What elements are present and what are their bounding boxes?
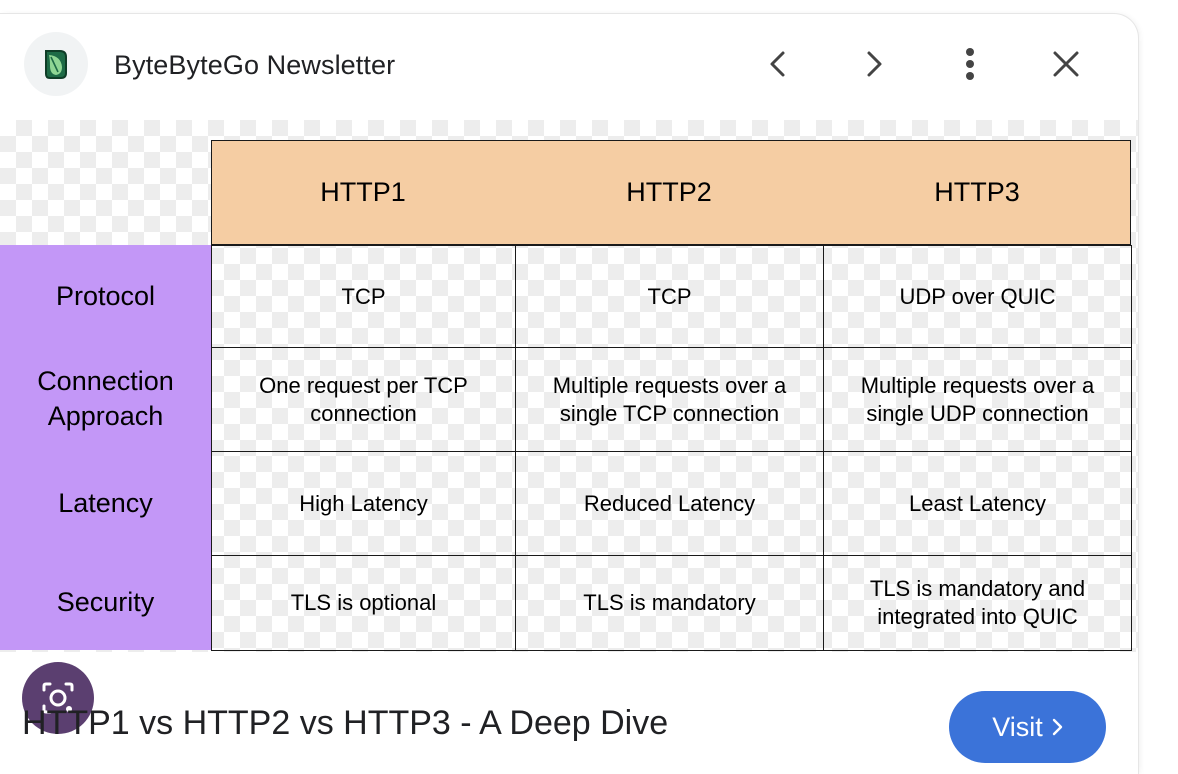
chevron-right-icon	[1052, 718, 1062, 736]
chevron-right-icon	[867, 51, 882, 77]
leaf-logo-icon	[45, 50, 67, 79]
row-header-connection-approach: Connection Approach	[37, 366, 174, 431]
comparison-table: HTTP1 HTTP2 HTTP3 Protocol TCP TCP UDP over QU…	[0, 120, 1138, 652]
table-cell: Multiple requests over a single UDP conn…	[823, 347, 1132, 452]
table-cell: TLS is mandatory and integrated into QUI…	[823, 555, 1132, 651]
row-header-protocol: Protocol	[55, 280, 156, 311]
next-button[interactable]	[850, 40, 898, 88]
table-cell: UDP over QUIC	[823, 245, 1132, 348]
table-cell: Least Latency	[823, 451, 1132, 556]
close-button[interactable]	[1042, 40, 1090, 88]
chevron-left-icon	[770, 51, 785, 77]
previous-button[interactable]	[754, 40, 802, 88]
close-icon	[1053, 51, 1079, 77]
row-header-latency: Latency	[58, 487, 153, 518]
visit-button[interactable]: Visit	[949, 691, 1106, 763]
source-name[interactable]: ByteByteGo Newsletter	[114, 50, 395, 81]
table-cell: High Latency	[211, 451, 516, 556]
source-logo[interactable]	[24, 32, 88, 96]
table-cell: TCP	[515, 245, 824, 348]
preview-image[interactable]: HTTP1 HTTP2 HTTP3 Protocol TCP TCP UDP over QU…	[0, 120, 1138, 734]
more-vert-icon	[966, 48, 974, 80]
table-cell: Multiple requests over a single TCP conn…	[515, 347, 824, 452]
visit-label: Visit	[992, 711, 1043, 742]
column-header-http1: HTTP1	[320, 177, 406, 207]
column-header-http3: HTTP3	[934, 177, 1020, 207]
image-title[interactable]: HTTP1 vs HTTP2 vs HTTP3 - A Deep Dive	[22, 704, 668, 743]
table-cell: TLS is mandatory	[515, 555, 824, 651]
table-cell: TCP	[211, 245, 516, 348]
table-cell: TLS is optional	[211, 555, 516, 651]
column-header-http2: HTTP2	[626, 177, 712, 207]
preview-header: ByteByteGo Newsletter	[0, 14, 1138, 120]
table-cell: One request per TCP connection	[211, 347, 516, 452]
table-cell: Reduced Latency	[515, 451, 824, 556]
more-options-button[interactable]	[946, 40, 994, 88]
image-preview-panel: ByteByteGo Newsletter HTTP1 HTTP2 HTTP3 P	[0, 14, 1138, 774]
row-header-security: Security	[56, 587, 155, 617]
